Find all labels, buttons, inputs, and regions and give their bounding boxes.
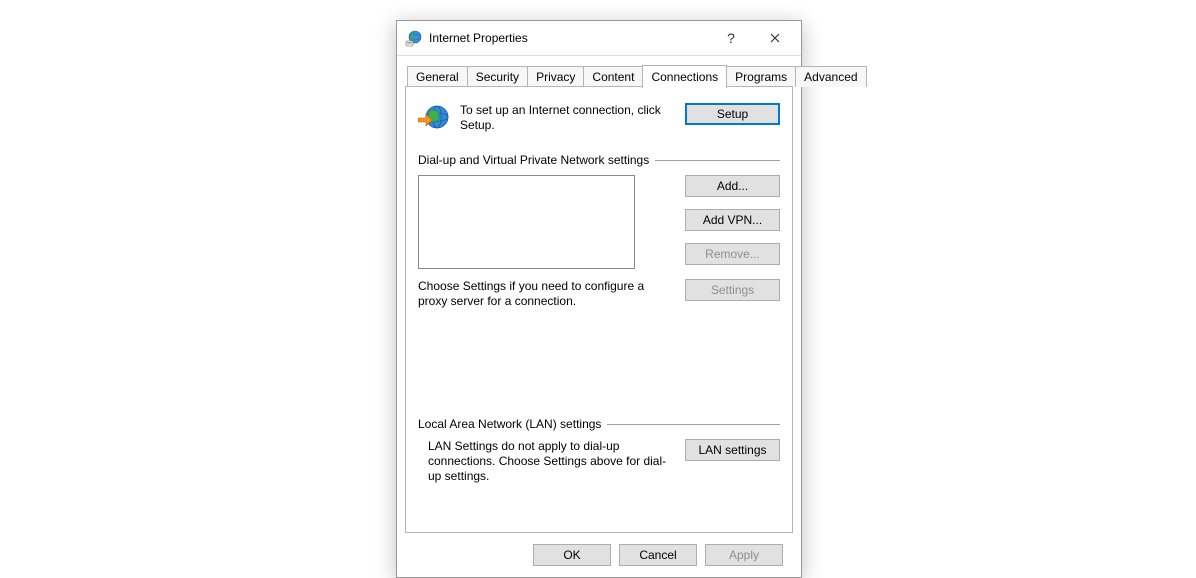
titlebar: Internet Properties ? <box>397 21 801 56</box>
tab-connections[interactable]: Connections <box>642 65 727 88</box>
setup-button[interactable]: Setup <box>685 103 780 125</box>
tab-page-connections: To set up an Internet connection, click … <box>405 86 793 533</box>
add-vpn-button[interactable]: Add VPN... <box>685 209 780 231</box>
dialup-section-label: Dial-up and Virtual Private Network sett… <box>418 153 655 167</box>
tab-content[interactable]: Content <box>583 66 643 87</box>
lan-description: LAN Settings do not apply to dial-up con… <box>418 439 685 484</box>
lan-settings-button[interactable]: LAN settings <box>685 439 780 461</box>
section-divider <box>607 424 780 425</box>
dialup-settings-button: Settings <box>685 279 780 301</box>
apply-button: Apply <box>705 544 783 566</box>
ok-button[interactable]: OK <box>533 544 611 566</box>
dialog-footer: OK Cancel Apply <box>405 533 793 577</box>
tab-programs[interactable]: Programs <box>726 66 796 87</box>
tabstrip: General Security Privacy Content Connect… <box>405 64 793 87</box>
proxy-settings-description: Choose Settings if you need to configure… <box>418 279 685 309</box>
tab-general[interactable]: General <box>407 66 468 87</box>
tab-security[interactable]: Security <box>467 66 528 87</box>
add-button[interactable]: Add... <box>685 175 780 197</box>
setup-intro-text: To set up an Internet connection, click … <box>460 103 685 133</box>
help-button[interactable]: ? <box>709 23 753 53</box>
window-title: Internet Properties <box>429 31 709 45</box>
internet-properties-dialog: Internet Properties ? General Security P… <box>396 20 802 578</box>
close-button[interactable] <box>753 23 797 53</box>
tab-privacy[interactable]: Privacy <box>527 66 584 87</box>
lan-section-label: Local Area Network (LAN) settings <box>418 417 607 431</box>
globe-arrow-icon <box>418 103 450 135</box>
tab-advanced[interactable]: Advanced <box>795 66 866 87</box>
dialup-vpn-listbox[interactable] <box>418 175 635 269</box>
internet-options-icon <box>405 29 423 47</box>
dialup-section-header: Dial-up and Virtual Private Network sett… <box>418 153 780 167</box>
section-divider <box>655 160 780 161</box>
remove-button: Remove... <box>685 243 780 265</box>
cancel-button[interactable]: Cancel <box>619 544 697 566</box>
lan-section-header: Local Area Network (LAN) settings <box>418 417 780 431</box>
spacer <box>418 309 780 399</box>
dialog-body: General Security Privacy Content Connect… <box>397 56 801 577</box>
